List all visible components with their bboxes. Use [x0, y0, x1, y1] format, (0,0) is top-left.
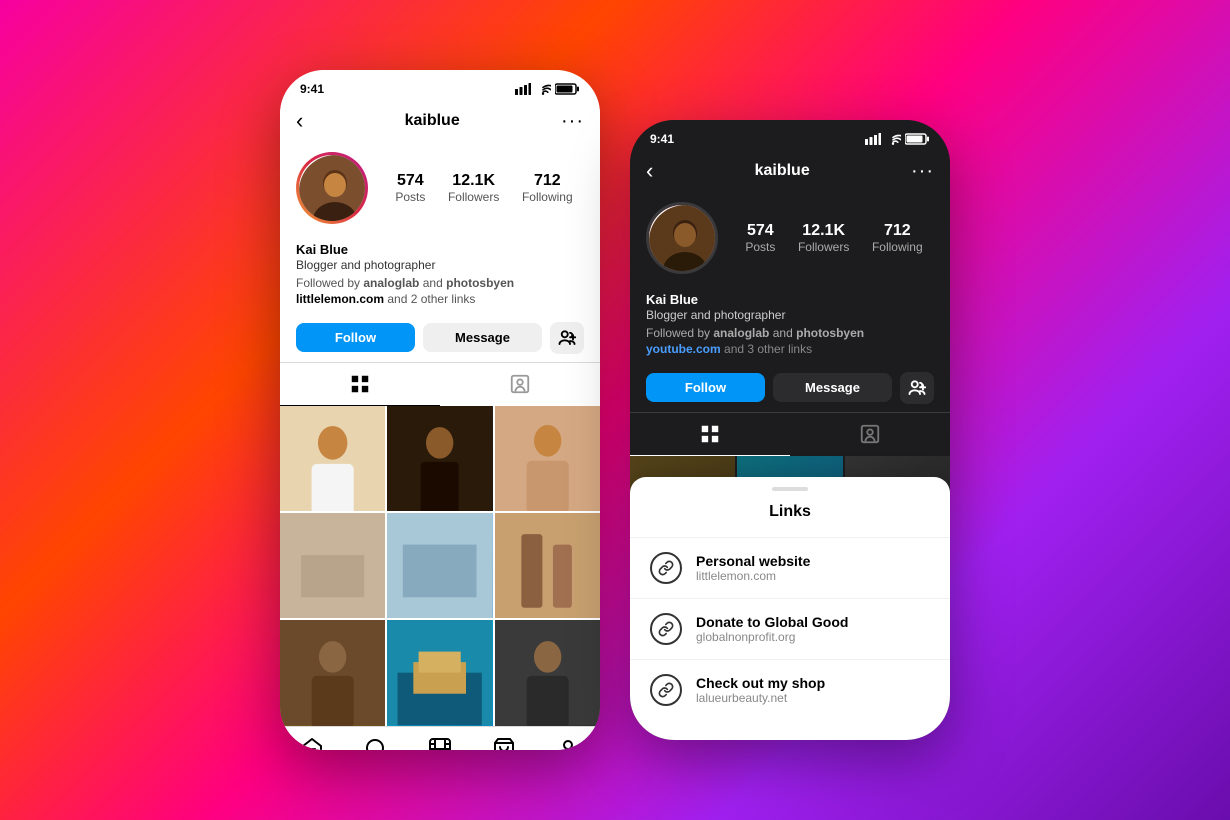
- tab-grid-light[interactable]: [280, 363, 440, 406]
- reels-nav-icon[interactable]: [428, 737, 452, 750]
- link-icon-2: [650, 674, 682, 706]
- grid-photo-7[interactable]: [280, 620, 385, 725]
- stat-followers-dark[interactable]: 12.1K Followers: [798, 222, 849, 254]
- follow-button-dark[interactable]: Follow: [646, 373, 765, 402]
- bio-name-dark: Kai Blue: [646, 292, 934, 307]
- link-item-1[interactable]: Donate to Global Good globalnonprofit.or…: [630, 598, 950, 659]
- signal-icon-dark: [865, 133, 881, 145]
- tab-bar-dark: [630, 412, 950, 456]
- wifi-icon-dark: [885, 133, 901, 145]
- bio-name-light: Kai Blue: [296, 242, 584, 257]
- grid-photo-1[interactable]: [280, 406, 385, 511]
- tab-bar-light: [280, 362, 600, 406]
- bio-description-dark: Blogger and photographer: [646, 307, 934, 324]
- phone-dark: 9:41 ‹ kaiblue ···: [630, 120, 950, 740]
- grid-photo-9[interactable]: [495, 620, 600, 725]
- link-icon-1: [650, 613, 682, 645]
- stat-following-light[interactable]: 712 Following: [522, 172, 573, 204]
- more-button-dark[interactable]: ···: [911, 160, 934, 183]
- grid-photo-6[interactable]: [495, 513, 600, 618]
- time-dark: 9:41: [650, 132, 674, 146]
- sheet-handle: [772, 487, 808, 491]
- stat-posts-light[interactable]: 574 Posts: [395, 172, 425, 204]
- username-dark: kaiblue: [755, 162, 810, 180]
- link-url-0: littlelemon.com: [696, 569, 810, 583]
- status-icons-dark: [865, 133, 930, 145]
- profile-header-light: 574 Posts 12.1K Followers 712 Following: [280, 142, 600, 234]
- wifi-icon: [535, 83, 551, 95]
- link-content-1: Donate to Global Good globalnonprofit.or…: [696, 614, 848, 644]
- add-person-button-dark[interactable]: [900, 372, 934, 404]
- stat-following-dark[interactable]: 712 Following: [872, 222, 923, 254]
- link-content-0: Personal website littlelemon.com: [696, 553, 810, 583]
- bio-section-light: Kai Blue Blogger and photographer Follow…: [280, 234, 600, 314]
- link-content-2: Check out my shop lalueurbeauty.net: [696, 675, 825, 705]
- sheet-title: Links: [630, 503, 950, 537]
- grid-photo-4[interactable]: [280, 513, 385, 618]
- back-button-light[interactable]: ‹: [296, 108, 303, 134]
- status-icons-light: [515, 83, 580, 95]
- battery-icon: [555, 83, 580, 95]
- photo-grid-light: [280, 406, 600, 726]
- grid-photo-3[interactable]: [495, 406, 600, 511]
- link-title-2: Check out my shop: [696, 675, 825, 691]
- grid-photo-2[interactable]: [387, 406, 492, 511]
- action-buttons-light: Follow Message: [280, 314, 600, 362]
- profile-header-dark: 574 Posts 12.1K Followers 712 Following: [630, 192, 950, 284]
- time-light: 9:41: [300, 82, 324, 96]
- back-button-dark[interactable]: ‹: [646, 158, 653, 184]
- profile-row-light: 574 Posts 12.1K Followers 712 Following: [296, 152, 584, 224]
- links-sheet: Links Personal website littlelemon.com: [630, 477, 950, 740]
- message-button-dark[interactable]: Message: [773, 373, 892, 402]
- link-icon-0: [650, 552, 682, 584]
- avatar-light[interactable]: [296, 152, 368, 224]
- bio-description-light: Blogger and photographer: [296, 257, 584, 274]
- link-title-0: Personal website: [696, 553, 810, 569]
- phone-light: 9:41 ‹ kaiblue ···: [280, 70, 600, 750]
- username-light: kaiblue: [405, 112, 460, 130]
- link-item-0[interactable]: Personal website littlelemon.com: [630, 537, 950, 598]
- stat-followers-light[interactable]: 12.1K Followers: [448, 172, 499, 204]
- bio-link-dark[interactable]: youtube.com and 3 other links: [646, 342, 934, 356]
- home-nav-icon[interactable]: [300, 737, 324, 750]
- stat-posts-dark[interactable]: 574 Posts: [745, 222, 775, 254]
- link-url-2: lalueurbeauty.net: [696, 691, 825, 705]
- stats-row-light: 574 Posts 12.1K Followers 712 Following: [384, 172, 584, 204]
- status-bar-dark: 9:41: [630, 120, 950, 152]
- nav-bar-light: ‹ kaiblue ···: [280, 102, 600, 142]
- more-button-light[interactable]: ···: [561, 110, 584, 133]
- profile-row-dark: 574 Posts 12.1K Followers 712 Following: [646, 202, 934, 274]
- profile-nav-icon[interactable]: [556, 737, 580, 750]
- action-buttons-dark: Follow Message: [630, 364, 950, 412]
- bottom-nav-light: [280, 726, 600, 750]
- link-title-1: Donate to Global Good: [696, 614, 848, 630]
- add-person-button-light[interactable]: [550, 322, 584, 354]
- grid-photo-5[interactable]: [387, 513, 492, 618]
- search-nav-icon[interactable]: [364, 737, 388, 750]
- bio-followed-light: Followed by analoglab and photosbyen: [296, 276, 584, 290]
- bio-followed-dark: Followed by analoglab and photosbyen: [646, 326, 934, 340]
- tab-tagged-dark[interactable]: [790, 413, 950, 456]
- link-url-1: globalnonprofit.org: [696, 630, 848, 644]
- status-bar-light: 9:41: [280, 70, 600, 102]
- shop-nav-icon[interactable]: [492, 737, 516, 750]
- grid-photo-8[interactable]: [387, 620, 492, 725]
- battery-icon-dark: [905, 133, 930, 145]
- link-item-2[interactable]: Check out my shop lalueurbeauty.net: [630, 659, 950, 720]
- stats-row-dark: 574 Posts 12.1K Followers 712 Following: [734, 222, 934, 254]
- nav-bar-dark: ‹ kaiblue ···: [630, 152, 950, 192]
- tab-tagged-light[interactable]: [440, 363, 600, 406]
- bio-section-dark: Kai Blue Blogger and photographer Follow…: [630, 284, 950, 364]
- message-button-light[interactable]: Message: [423, 323, 542, 352]
- avatar-dark[interactable]: [646, 202, 718, 274]
- follow-button-light[interactable]: Follow: [296, 323, 415, 352]
- tab-grid-dark[interactable]: [630, 413, 790, 456]
- bio-link-light[interactable]: littlelemon.com and 2 other links: [296, 292, 584, 306]
- signal-icon: [515, 83, 531, 95]
